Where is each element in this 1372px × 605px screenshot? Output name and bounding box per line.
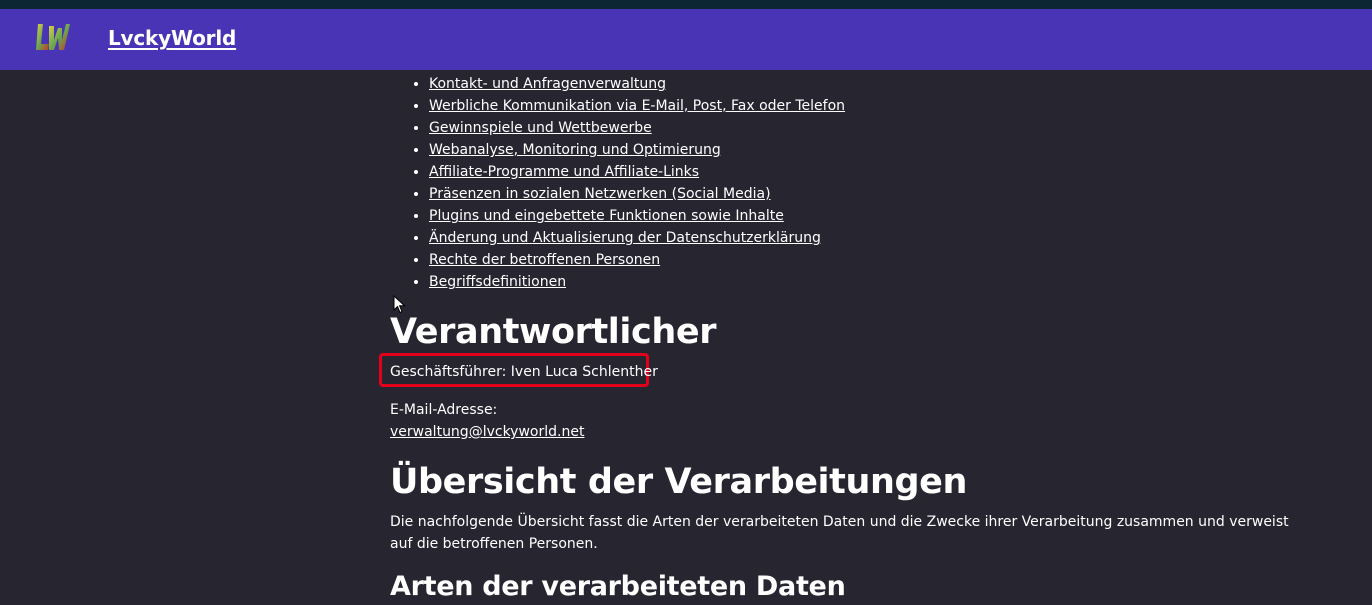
- toc-link[interactable]: Änderung und Aktualisierung der Datensch…: [429, 230, 821, 246]
- toc-link[interactable]: Begriffsdefinitionen: [429, 274, 566, 290]
- table-of-contents: Kontakt- und Anfragenverwaltung Werblich…: [390, 73, 845, 293]
- email-label: E-Mail-Adresse:: [390, 402, 498, 418]
- list-item: Gewinnspiele und Wettbewerbe: [429, 117, 845, 139]
- email-line: verwaltung@lvckyworld.net: [390, 421, 584, 443]
- lvckyworld-logo-icon[interactable]: [34, 20, 70, 54]
- list-item: Änderung und Aktualisierung der Datensch…: [429, 227, 845, 249]
- top-strip: [0, 0, 1372, 9]
- data-types-heading: Arten der verarbeiteten Daten: [390, 571, 846, 602]
- responsible-heading: Verantwortlicher: [390, 312, 717, 352]
- toc-link[interactable]: Rechte der betroffenen Personen: [429, 252, 660, 268]
- list-item: Plugins und eingebettete Funktionen sowi…: [429, 205, 845, 227]
- overview-heading: Übersicht der Verarbeitungen: [390, 462, 968, 502]
- toc-link[interactable]: Gewinnspiele und Wettbewerbe: [429, 120, 652, 136]
- toc-link[interactable]: Werbliche Kommunikation via E-Mail, Post…: [429, 98, 845, 114]
- navbar: LvckyWorld: [0, 9, 1372, 70]
- list-item: Werbliche Kommunikation via E-Mail, Post…: [429, 95, 845, 117]
- manager-text: Geschäftsführer: Iven Luca Schlenther: [390, 364, 658, 380]
- list-item: Rechte der betroffenen Personen: [429, 249, 845, 271]
- list-item: Begriffsdefinitionen: [429, 271, 845, 293]
- list-item: Präsenzen in sozialen Netzwerken (Social…: [429, 183, 845, 205]
- list-item: Affiliate-Programme und Affiliate-Links: [429, 161, 845, 183]
- toc-link[interactable]: Affiliate-Programme und Affiliate-Links: [429, 164, 699, 180]
- toc-link[interactable]: Webanalyse, Monitoring und Optimierung: [429, 142, 721, 158]
- overview-text: Die nachfolgende Übersicht fasst die Art…: [390, 514, 1289, 552]
- brand-link[interactable]: LvckyWorld: [108, 25, 236, 51]
- list-item: Webanalyse, Monitoring und Optimierung: [429, 139, 845, 161]
- email-link[interactable]: verwaltung@lvckyworld.net: [390, 424, 584, 440]
- toc-link[interactable]: Präsenzen in sozialen Netzwerken (Social…: [429, 186, 771, 202]
- toc-link[interactable]: Plugins und eingebettete Funktionen sowi…: [429, 208, 784, 224]
- mouse-cursor-icon: [393, 295, 406, 314]
- toc-link[interactable]: Kontakt- und Anfragenverwaltung: [429, 76, 666, 92]
- list-item: Kontakt- und Anfragenverwaltung: [429, 73, 845, 95]
